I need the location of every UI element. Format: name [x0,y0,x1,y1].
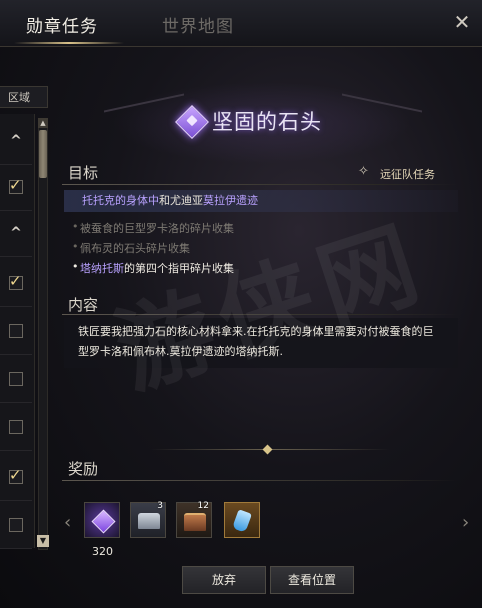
region-row[interactable] [0,454,32,501]
region-row[interactable] [0,502,32,549]
abandon-button[interactable]: 放弃 [182,566,266,594]
reward-slot[interactable]: 3 [130,501,166,538]
divider-gem-icon [262,444,273,455]
silver-chest-icon [138,513,160,529]
rewards-prev-arrow-icon[interactable]: ‹ [64,512,71,533]
region-checkbox[interactable] [9,272,23,290]
quest-window: 勋章任务 世界地图 ✕ 区域 ^ ^ ▲ ▼ 坚固的石头 目标 ✧ 远征队任务 … [0,0,482,608]
region-checkbox[interactable] [9,372,23,386]
region-row[interactable] [0,260,32,307]
tab-world-map[interactable]: 世界地图 [162,12,234,37]
region-checkbox[interactable] [9,176,23,194]
section-divider [62,480,458,481]
objective-target-name: 塔纳托斯 [80,262,124,275]
reward-slot[interactable] [224,502,260,538]
collapse-toggle[interactable]: ^ [0,118,32,165]
region-row[interactable] [0,404,32,451]
objective-connector: 和尤迪亚 [159,194,203,207]
wooden-chest-icon [184,513,206,531]
tab-medal-quest[interactable]: 勋章任务 [26,12,98,37]
scroll-up-arrow-icon[interactable]: ▲ [38,118,48,128]
rewards-heading: 奖励 [68,460,99,478]
sub-objective: 佩布灵的石头碎片收集 [72,240,190,256]
region-row[interactable] [0,164,32,211]
window-header: 勋章任务 世界地图 ✕ [0,0,482,47]
content-heading: 内容 [68,296,99,314]
region-filter-label[interactable]: 区域 [0,86,48,108]
region-row[interactable] [0,356,32,403]
view-location-button[interactable]: 查看位置 [270,566,354,594]
reward-count: 12 [197,501,209,511]
scrollbar-thumb[interactable] [39,130,47,178]
collapse-toggle[interactable]: ^ [0,210,32,257]
chevron-up-icon: ^ [10,225,22,241]
region-checkbox[interactable] [9,518,23,532]
region-checkbox[interactable] [9,324,23,338]
reward-slot[interactable]: 12 [176,501,212,538]
rewards-next-arrow-icon[interactable]: › [462,512,469,533]
quest-title: 坚固的石头 [212,110,322,134]
close-button[interactable]: ✕ [450,10,474,34]
site-watermark: 游侠网 [103,205,441,410]
active-tab-indicator [14,42,124,44]
scrollbar-track[interactable] [38,118,48,550]
objective-location-1: 托托克的身体中 [82,194,159,207]
objectives-heading: 目标 [68,164,99,182]
purple-medal-icon [91,509,116,534]
reward-amount: 320 [92,545,113,558]
reward-count: 3 [157,501,163,511]
sub-objective: 被蚕食的巨型罗卡洛的碎片收集 [72,220,234,236]
objective-location-2: 莫拉伊遗迹 [203,194,258,207]
region-checkbox[interactable] [9,466,23,484]
region-row[interactable] [0,308,32,355]
expedition-quest-icon: ✧ [358,164,369,179]
scroll-down-arrow-icon[interactable]: ▼ [37,535,49,547]
reward-slot[interactable] [84,502,120,538]
quest-type-label: 远征队任务 [380,168,435,181]
chevron-up-icon: ^ [10,133,22,149]
region-list: ^ ^ [0,114,35,549]
region-checkbox[interactable] [9,420,23,434]
blue-potion-icon [232,509,252,533]
